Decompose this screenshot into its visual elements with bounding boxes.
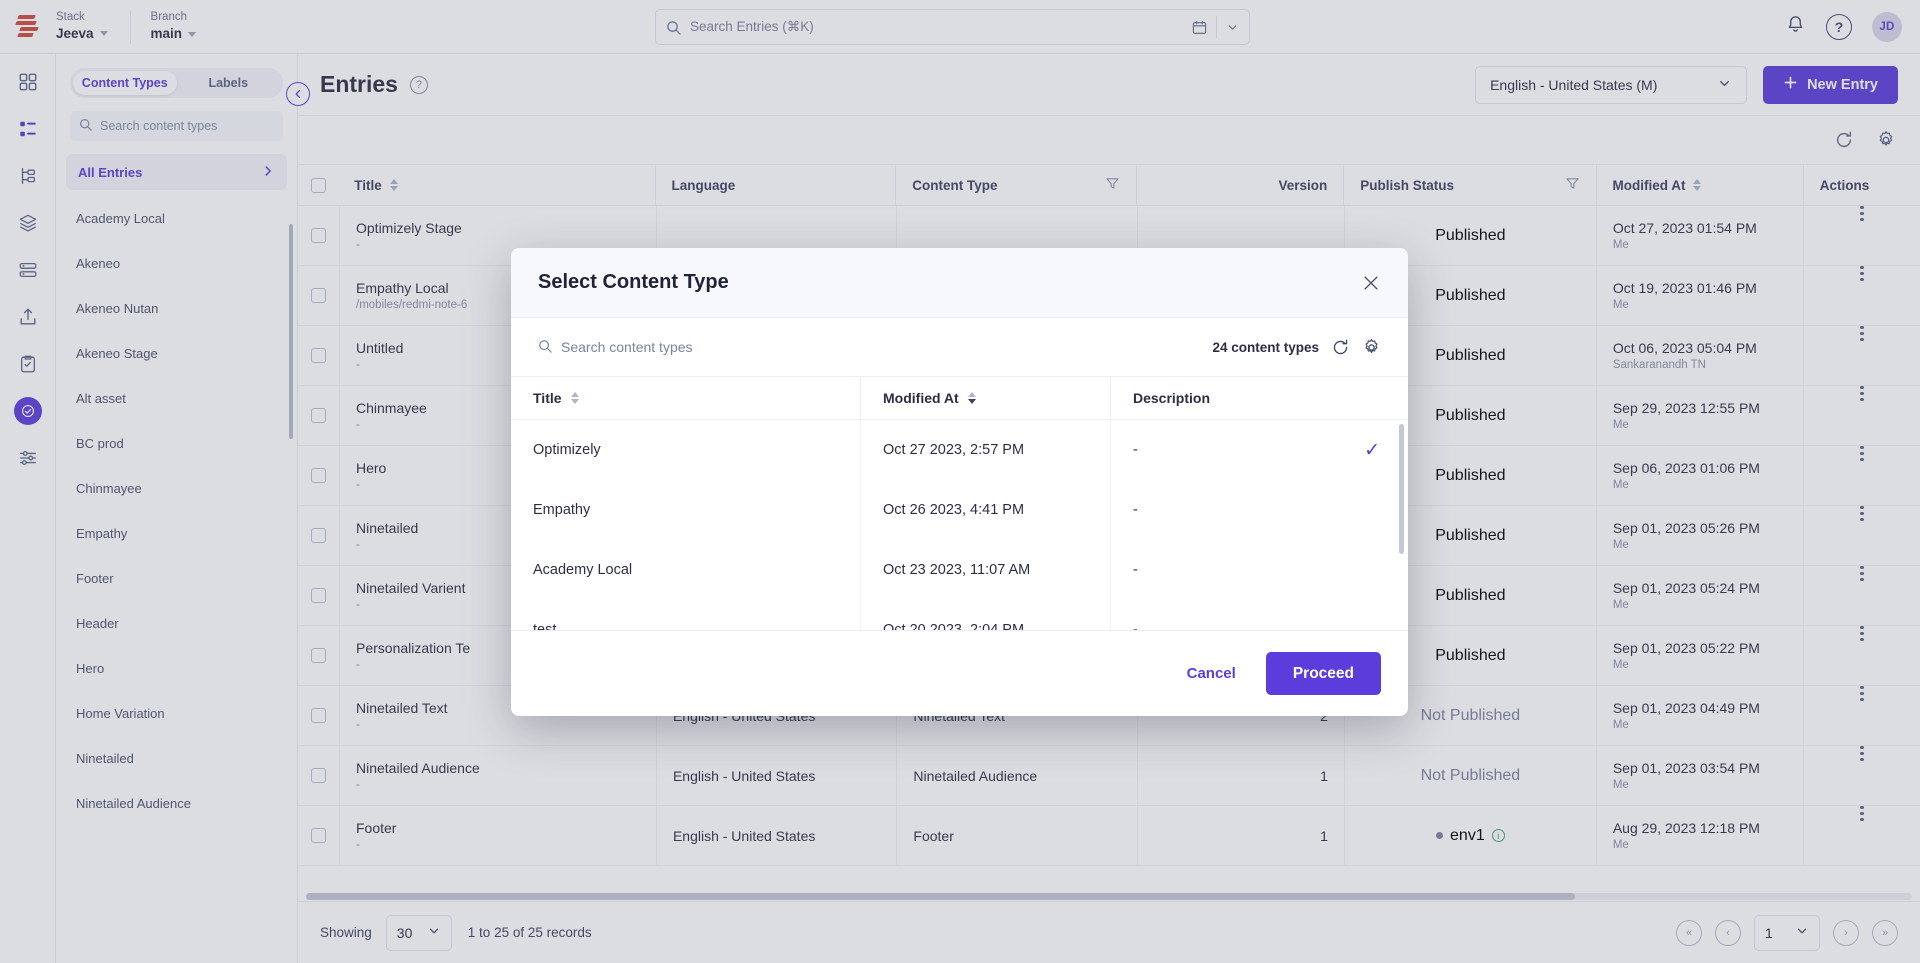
modal-footer: Cancel Proceed xyxy=(511,630,1408,716)
app-root: Stack Jeeva Branch main Search Entries (… xyxy=(0,0,1920,963)
select-content-type-modal: Select Content Type Search content types… xyxy=(511,248,1408,716)
modal-table-row[interactable]: Empathy Oct 26 2023, 4:41 PM - xyxy=(511,480,1408,540)
modal-title: Select Content Type xyxy=(538,271,729,293)
modal-search-placeholder: Search content types xyxy=(561,339,693,355)
sort-icon xyxy=(570,392,579,404)
modal-table-row[interactable]: test Oct 20 2023, 2:04 PM - xyxy=(511,600,1408,630)
modal-cell-modified-at: Oct 26 2023, 4:41 PM xyxy=(861,480,1111,540)
column-label: Modified At xyxy=(883,390,959,406)
modal-toolbar: Search content types 24 content types xyxy=(511,318,1408,376)
refresh-icon[interactable] xyxy=(1331,338,1350,357)
modal-scrollbar[interactable] xyxy=(1399,424,1404,554)
modal-cell-description: - xyxy=(1133,502,1138,518)
sort-icon-active xyxy=(967,392,976,404)
modal-cell-description: - xyxy=(1133,562,1138,578)
column-label: Description xyxy=(1133,390,1211,406)
modal-cell-title: Academy Local xyxy=(511,540,861,600)
close-icon[interactable] xyxy=(1361,273,1381,293)
modal-overlay: Select Content Type Search content types… xyxy=(0,0,1920,963)
modal-search-input[interactable]: Search content types xyxy=(538,339,1200,356)
modal-column-header-modified-at[interactable]: Modified At xyxy=(861,376,1111,420)
modal-count-label: 24 content types xyxy=(1212,339,1319,355)
modal-table-header: Title Modified At Description xyxy=(511,376,1408,420)
gear-icon[interactable] xyxy=(1362,338,1381,357)
modal-table-row[interactable]: Academy Local Oct 23 2023, 11:07 AM - xyxy=(511,540,1408,600)
modal-header: Select Content Type xyxy=(511,248,1408,318)
modal-cell-description: - xyxy=(1133,622,1138,630)
modal-cell-modified-at: Oct 23 2023, 11:07 AM xyxy=(861,540,1111,600)
modal-cell-modified-at: Oct 20 2023, 2:04 PM xyxy=(861,600,1111,630)
modal-cell-title: Optimizely xyxy=(511,420,861,480)
modal-cell-modified-at: Oct 27 2023, 2:57 PM xyxy=(861,420,1111,480)
modal-table-body[interactable]: Optimizely Oct 27 2023, 2:57 PM - ✓ Empathy O… xyxy=(511,420,1408,630)
modal-cell-title: test xyxy=(511,600,861,630)
column-label: Title xyxy=(533,390,562,406)
modal-table-row[interactable]: Optimizely Oct 27 2023, 2:57 PM - ✓ xyxy=(511,420,1408,480)
checkmark-icon: ✓ xyxy=(1364,439,1380,461)
proceed-button[interactable]: Proceed xyxy=(1265,652,1381,695)
cancel-button[interactable]: Cancel xyxy=(1173,665,1250,682)
modal-cell-title: Empathy xyxy=(511,480,861,540)
modal-cell-description: - ✓ xyxy=(1133,439,1380,461)
search-icon xyxy=(538,339,552,356)
modal-column-header-description[interactable]: Description xyxy=(1111,376,1408,420)
modal-column-header-title[interactable]: Title xyxy=(511,376,861,420)
